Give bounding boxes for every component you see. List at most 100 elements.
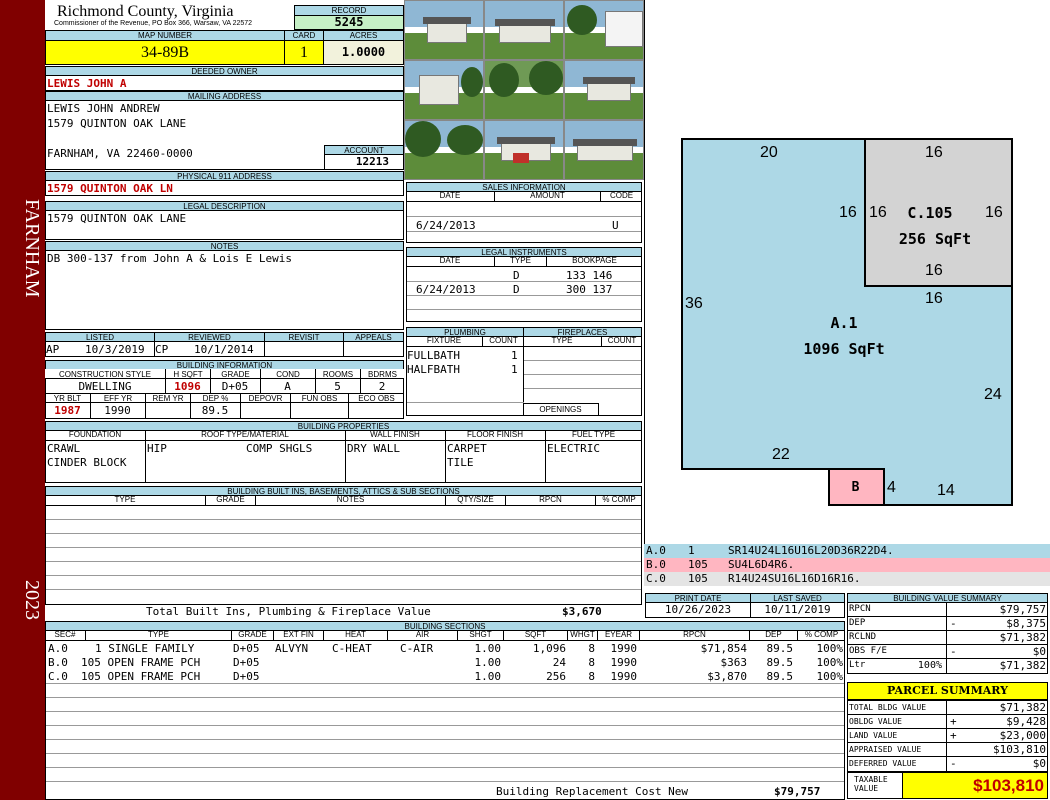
property-photo[interactable] — [404, 120, 484, 180]
sections-col-whgt: WHGT — [567, 630, 597, 640]
legend-row-a[interactable]: A.0 1 SR14U24L16U16L20D36R22D4. — [644, 544, 1050, 558]
taxable-value: $103,810 — [902, 772, 1048, 799]
row-sec: B.0 — [48, 656, 68, 669]
sales-col-code: CODE — [600, 191, 642, 201]
account-value: 12213 — [324, 154, 404, 170]
row-eyear: 1990 — [610, 642, 638, 655]
builtins-columns: TYPE GRADE NOTES QTY/SIZE RPCN % COMP — [45, 495, 642, 506]
county-title: Richmond County, Virginia — [57, 3, 234, 20]
row-comp: 100% — [816, 656, 844, 669]
row-rpcn: $363 — [720, 656, 748, 669]
bi-bdrms: 2 — [378, 380, 386, 393]
sections-col-sec: SEC# — [54, 630, 76, 639]
sales-col-date: DATE — [439, 191, 461, 200]
vs-ltr-pct: 100% — [917, 660, 942, 671]
bi-style: DWELLING — [78, 380, 132, 393]
props-col-foundation: FOUNDATION — [68, 430, 122, 439]
sections-col-comp: % COMP — [797, 630, 845, 640]
vs-dep-value: $8,375 — [1006, 617, 1046, 630]
dim-a-left: 36 — [685, 295, 703, 312]
sales-row-code: U — [612, 219, 619, 232]
sections-col-grade: GRADE — [231, 630, 273, 640]
row-sec: A.0 — [48, 642, 68, 655]
li-row1-book: 133 146 — [566, 269, 613, 282]
row-dep: 89.5 — [766, 670, 794, 683]
row-eyear: 1990 — [610, 670, 638, 683]
property-photo[interactable] — [564, 0, 644, 60]
props-col-roof: ROOF TYPE/MATERIAL — [201, 430, 289, 439]
table-row[interactable]: B.0 105 OPEN FRAME PCH D+05 1.00 24 8 19… — [45, 656, 845, 670]
bi-col-depovr: DEPOVR — [240, 393, 290, 419]
plumbing-row1-count: 1 — [511, 349, 518, 362]
legend-path: SU4L6D4R6. — [728, 558, 795, 571]
sections-col-rpcn: RPCN — [639, 630, 749, 640]
sales-columns: DATE AMOUNT CODE — [406, 191, 642, 202]
row-type: 105 OPEN FRAME PCH — [81, 670, 201, 683]
bi-cond: A — [284, 380, 291, 393]
property-photo[interactable] — [404, 0, 484, 60]
props-foundation2: CINDER BLOCK — [47, 456, 127, 469]
plumbing-row2-count: 1 — [511, 363, 518, 376]
li-col-bookpage: BOOKPAGE — [546, 256, 642, 266]
plumbing-col-fixture: FIXTURE — [426, 336, 462, 345]
sections-col-dep: DEP — [749, 630, 797, 640]
property-photo[interactable] — [404, 60, 484, 120]
row-comp: 100% — [816, 642, 844, 655]
section-c-area: 256 SqFt — [898, 230, 972, 248]
property-photo[interactable] — [484, 0, 564, 60]
map-number-value: 34-89B — [45, 40, 285, 65]
legend-row-c[interactable]: C.0 105 R14U24SU16L16D16R16. — [644, 572, 1050, 586]
openings-label: OPENINGS — [523, 403, 599, 416]
vs-obs-label: OBS F/E — [849, 646, 887, 656]
table-row[interactable]: C.0 105 OPEN FRAME PCH D+05 1.00 256 8 1… — [45, 670, 845, 684]
ps-total-bldg-value: $71,382 — [999, 701, 1046, 714]
sales-col-amount: AMOUNT — [494, 191, 600, 201]
section-a-area: 1096 SqFt — [803, 340, 885, 358]
builtins-col-qty: QTY/SIZE — [445, 495, 505, 505]
li-row2-date: 6/24/2013 — [416, 283, 476, 296]
ps-appraised-label: APPRAISED VALUE — [849, 745, 922, 754]
legend-row-b[interactable]: B.0 105 SU4L6D4R6. — [644, 558, 1050, 572]
table-row[interactable]: A.0 1 SINGLE FAMILY D+05 ALVYN C-HEAT C-… — [45, 642, 845, 656]
sections-col-shgt: SHGT — [457, 630, 503, 640]
vs-rpcn-value: $79,757 — [999, 603, 1046, 616]
ps-land-label: LAND VALUE — [849, 731, 898, 740]
property-photo[interactable] — [484, 60, 564, 120]
ps-obldg-value: $9,428 — [1006, 715, 1046, 728]
row-sqft: 1,096 — [532, 642, 566, 655]
ps-obldg-label: OBLDG VALUE — [849, 717, 902, 726]
sales-row-date: 6/24/2013 — [416, 219, 476, 232]
props-col-fuel: FUEL TYPE — [571, 430, 616, 439]
bi-grade: D+05 — [221, 380, 249, 393]
plumbing-row1-fixture: FULLBATH — [407, 349, 460, 362]
props-col-wall: WALL FINISH — [370, 430, 420, 439]
props-floor2: TILE — [447, 456, 474, 469]
replacement-cost-label: Building Replacement Cost New — [496, 785, 689, 798]
card-value: 1 — [284, 40, 324, 65]
sections-col-type: TYPE — [85, 630, 231, 640]
row-whgt: 8 — [588, 656, 595, 669]
property-photo[interactable] — [484, 120, 564, 180]
bi-yrblt: 1987 — [54, 404, 81, 417]
dim-a-under-c: 16 — [925, 290, 943, 307]
property-photo[interactable] — [564, 120, 644, 180]
builtins-total-label: Total Built Ins, Plumbing & Fireplace Va… — [146, 605, 431, 618]
row-eyear: 1990 — [610, 656, 638, 669]
sketch-area — [644, 0, 1050, 544]
row-type: 1 SINGLE FAMILY — [95, 642, 195, 655]
legend-code: 105 — [688, 558, 708, 571]
floor-plan-sketch[interactable] — [645, 0, 1050, 544]
dim-a-right: 24 — [984, 386, 1002, 403]
property-photo[interactable] — [564, 60, 644, 120]
row-shgt: 1.00 — [474, 670, 502, 683]
section-b-name: B — [851, 480, 860, 495]
bi-rooms: 5 — [334, 380, 341, 393]
vs-rpcn-label: RPCN — [849, 604, 871, 614]
sections-col-air: AIR — [387, 630, 457, 640]
photo-grid — [404, 0, 644, 180]
sections-col-eyear: EYEAR — [597, 630, 639, 640]
ps-land-value: $23,000 — [999, 729, 1046, 742]
li-row2-type: D — [513, 283, 520, 296]
legal-description-value: 1579 QUINTON OAK LANE — [47, 212, 187, 225]
listed-by: AP — [46, 343, 60, 356]
